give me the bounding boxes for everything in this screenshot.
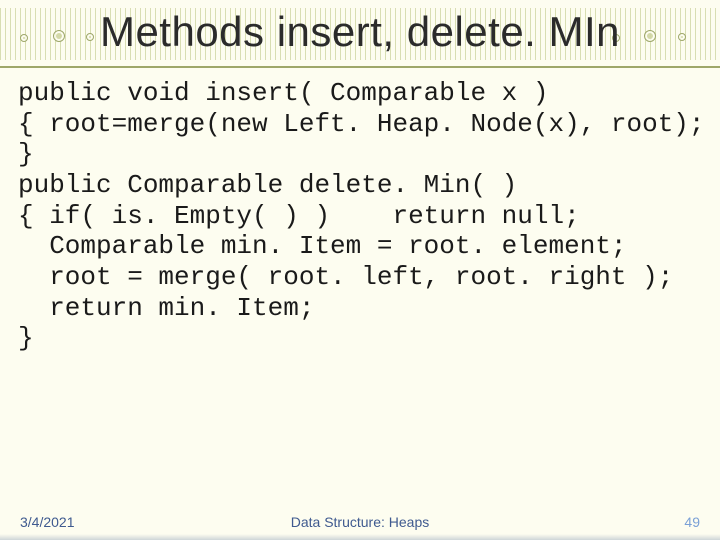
slide: Methods insert, delete. MIn public void … <box>0 0 720 540</box>
bottom-shadow <box>0 534 720 540</box>
code-line: } <box>18 323 702 354</box>
code-line: public void insert( Comparable x ) <box>18 78 702 109</box>
code-line: } <box>18 139 702 170</box>
footer: 3/4/2021 Data Structure: Heaps 49 <box>20 514 700 530</box>
code-line: { if( is. Empty( ) ) return null; <box>18 201 702 232</box>
code-line: public Comparable delete. Min( ) <box>18 170 702 201</box>
code-line: return min. Item; <box>18 293 702 324</box>
code-line: root = merge( root. left, root. right ); <box>18 262 702 293</box>
slide-title: Methods insert, delete. MIn <box>0 8 720 56</box>
code-line: { root=merge(new Left. Heap. Node(x), ro… <box>18 109 702 140</box>
code-line: Comparable min. Item = root. element; <box>18 231 702 262</box>
code-block: public void insert( Comparable x ){ root… <box>18 78 702 500</box>
footer-center: Data Structure: Heaps <box>20 514 700 530</box>
